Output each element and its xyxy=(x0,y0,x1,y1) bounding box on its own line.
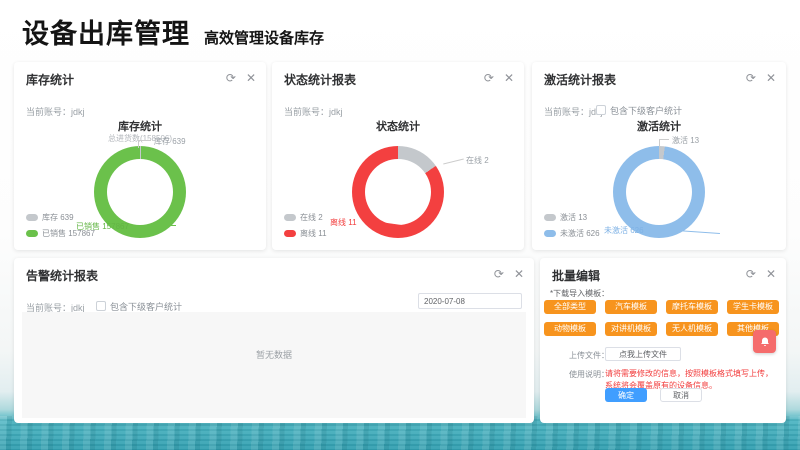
chart-title: 库存统计 xyxy=(14,118,266,134)
panel-activation: 激活统计报表 ⟳ ✕ 当前账号：jdkj 包含下级客户统计 激活统计 激活 13 … xyxy=(532,62,786,250)
legend-label: 激活 13 xyxy=(560,213,587,222)
template-button-motorcycle[interactable]: 摩托车模板 xyxy=(666,300,718,314)
donut-hole xyxy=(107,159,173,225)
checkbox-label: 包含下级客户统计 xyxy=(110,302,182,312)
bell-icon xyxy=(759,336,771,348)
callout-stock: 库存 639 xyxy=(154,136,186,147)
leader-line xyxy=(659,139,660,147)
panel-status-title: 状态统计报表 xyxy=(284,73,356,87)
legend-item[interactable]: 离线 11 xyxy=(284,228,327,239)
close-icon[interactable]: ✕ xyxy=(766,267,776,281)
donut-hole xyxy=(365,159,431,225)
chart-legend: 激活 13 未激活 626 xyxy=(544,212,600,244)
upload-file-button[interactable]: 点我上传文件 xyxy=(605,347,681,361)
panel-inventory-title: 库存统计 xyxy=(26,73,74,87)
template-button-animal[interactable]: 动物模板 xyxy=(544,322,596,336)
legend-item[interactable]: 已销售 157867 xyxy=(26,228,95,239)
template-button-car[interactable]: 汽车模板 xyxy=(605,300,657,314)
panel-inventory: 库存统计 ⟳ ✕ 当前账号：jdkj 库存统计 总进货数(158506) 库存 6… xyxy=(14,62,266,250)
legend-item[interactable]: 在线 2 xyxy=(284,212,327,223)
legend-item[interactable]: 库存 639 xyxy=(26,212,95,223)
legend-marker xyxy=(26,214,38,221)
usage-label: 使用说明： xyxy=(569,369,609,380)
panel-activation-title: 激活统计报表 xyxy=(544,73,616,87)
notification-bell-button[interactable] xyxy=(753,330,776,353)
close-icon[interactable]: ✕ xyxy=(246,71,256,85)
alarm-chart-area: 暂无数据 xyxy=(22,312,526,418)
refresh-icon[interactable]: ⟳ xyxy=(484,71,494,85)
chart-subtitle: 总进货数(158506) xyxy=(14,133,266,144)
panel-alarm: 告警统计报表 ⟳✕ 当前账号：jdkj 包含下级客户统计 暂无数据 xyxy=(14,258,534,423)
legend-marker xyxy=(284,230,296,237)
panel-status: 状态统计报表 ⟳ ✕ 当前账号：jdkj 状态统计 在线 2 离线 11 在线 2… xyxy=(272,62,524,250)
confirm-button[interactable]: 确定 xyxy=(605,388,647,402)
template-section-label: *下载导入模板： xyxy=(550,288,609,299)
refresh-icon[interactable]: ⟳ xyxy=(494,267,504,281)
date-picker-input[interactable] xyxy=(418,293,522,309)
close-icon[interactable]: ✕ xyxy=(504,71,514,85)
panel-alarm-header: 告警统计报表 ⟳ ✕ xyxy=(26,267,524,283)
panel-activation-header: 激活统计报表 ⟳ ✕ xyxy=(544,71,776,87)
cancel-button[interactable]: 取消 xyxy=(660,388,702,402)
template-button-drone[interactable]: 无人机模板 xyxy=(666,322,718,336)
panel-batch-title: 批量编辑 xyxy=(552,269,600,283)
legend-label: 库存 639 xyxy=(42,213,74,222)
page-header: 设备出库管理高效管理设备库存 xyxy=(22,12,324,51)
empty-data-text: 暂无数据 xyxy=(256,348,292,361)
callout-activated: 激活 13 xyxy=(672,135,699,146)
callout-online: 在线 2 xyxy=(466,155,489,166)
panel-inventory-header: 库存统计 ⟳ ✕ xyxy=(26,71,256,87)
checkbox-label: 包含下级客户统计 xyxy=(610,106,682,116)
close-icon[interactable]: ✕ xyxy=(514,267,524,281)
template-button-intercom[interactable]: 对讲机模板 xyxy=(605,322,657,336)
panel-status-header: 状态统计报表 ⟳ ✕ xyxy=(284,71,514,87)
legend-marker xyxy=(544,230,556,237)
callout-inactive: 未激活 626 xyxy=(604,225,644,236)
refresh-icon[interactable]: ⟳ xyxy=(746,71,756,85)
chart-title: 激活统计 xyxy=(532,118,786,134)
refresh-icon[interactable]: ⟳ xyxy=(746,267,756,281)
account-label: 当前账号：jdkj xyxy=(284,105,343,118)
page-title: 设备出库管理 xyxy=(22,19,190,49)
legend-item[interactable]: 未激活 626 xyxy=(544,228,600,239)
donut-hole xyxy=(626,159,692,225)
upload-file-label: 上传文件： xyxy=(569,350,609,361)
leader-line xyxy=(142,225,176,226)
panel-batch-edit: 批量编辑 ⟳ ✕ *下载导入模板： 全部类型 汽车模板 摩托车模板 学生卡模板 动… xyxy=(540,258,786,423)
legend-label: 在线 2 xyxy=(300,213,323,222)
legend-marker xyxy=(544,214,556,221)
leader-line xyxy=(659,139,669,140)
account-label: 当前账号：jdkj xyxy=(26,105,85,118)
dashboard-page: 设备出库管理高效管理设备库存 库存统计 ⟳ ✕ 当前账号：jdkj 库存统计 总进… xyxy=(0,0,800,450)
legend-label: 已销售 157867 xyxy=(42,229,95,238)
chart-legend: 库存 639 已销售 157867 xyxy=(26,212,95,244)
close-icon[interactable]: ✕ xyxy=(766,71,776,85)
panel-alarm-title: 告警统计报表 xyxy=(26,269,98,283)
template-button-all-types[interactable]: 全部类型 xyxy=(544,300,596,314)
leader-line xyxy=(138,140,151,141)
page-subtitle: 高效管理设备库存 xyxy=(204,30,324,47)
checkbox-icon[interactable] xyxy=(96,301,106,311)
panel-batch-header: 批量编辑 ⟳ ✕ xyxy=(552,267,776,283)
callout-offline: 离线 11 xyxy=(330,217,357,228)
chart-title: 状态统计 xyxy=(272,118,524,134)
legend-marker xyxy=(284,214,296,221)
template-button-student-card[interactable]: 学生卡模板 xyxy=(727,300,779,314)
checkbox-icon[interactable] xyxy=(596,105,606,115)
leader-line xyxy=(443,158,464,164)
include-sub-checkbox-row[interactable]: 包含下级客户统计 xyxy=(596,104,682,117)
refresh-icon[interactable]: ⟳ xyxy=(226,71,236,85)
leader-line xyxy=(138,140,139,148)
account-label: 当前账号：jdkj xyxy=(544,105,603,118)
legend-item[interactable]: 激活 13 xyxy=(544,212,600,223)
chart-legend: 在线 2 离线 11 xyxy=(284,212,327,244)
legend-marker xyxy=(26,230,38,237)
legend-label: 离线 11 xyxy=(300,229,327,238)
legend-label: 未激活 626 xyxy=(560,229,600,238)
